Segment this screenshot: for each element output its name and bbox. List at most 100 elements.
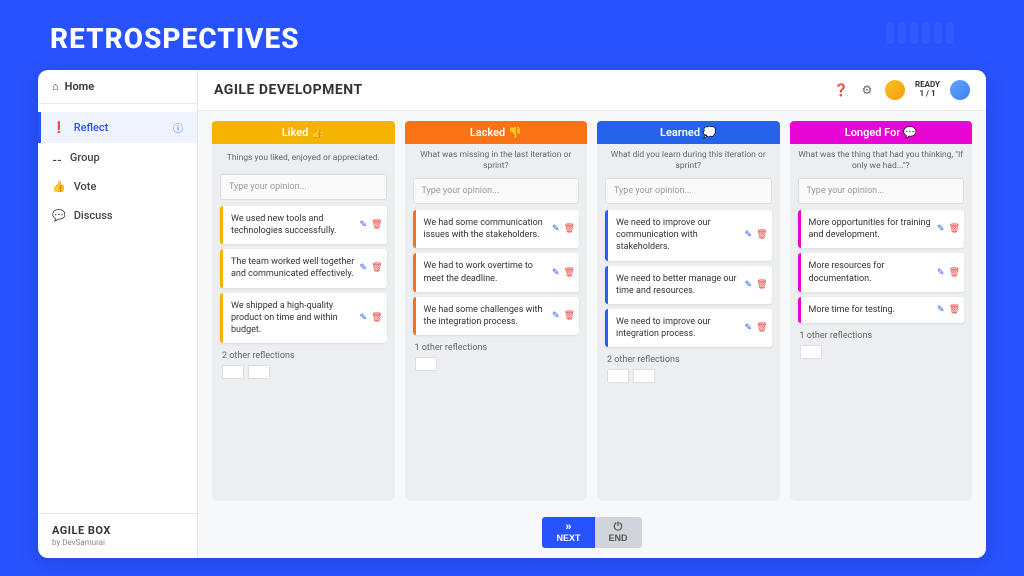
edit-icon[interactable]: ✎: [552, 266, 560, 278]
other-reflections-label: 1 other reflections: [405, 335, 588, 357]
avatar[interactable]: [885, 80, 905, 100]
footer-actions: » NEXT ⏻ END: [198, 511, 986, 558]
reflection-card[interactable]: More opportunities for training and deve…: [798, 210, 965, 248]
reflection-card[interactable]: We had some communication issues with th…: [413, 210, 580, 248]
columns-container: Liked 👍 Things you liked, enjoyed or app…: [198, 111, 986, 511]
opinion-input[interactable]: Type your opinion...: [220, 174, 387, 200]
delete-icon[interactable]: 🗑: [564, 310, 575, 322]
reflect-icon: ❗: [52, 121, 66, 134]
end-button[interactable]: ⏻ END: [595, 517, 642, 548]
brand-name: AGILE BOX: [52, 524, 111, 537]
card-actions: ✎ 🗑: [360, 262, 383, 274]
sidebar-nav: ❗ Reflect ⓘ ⚋ Group 👍 Vote 💬 Discuss: [38, 104, 197, 513]
home-label: Home: [65, 80, 95, 93]
hidden-reflection[interactable]: [415, 357, 437, 371]
page-title: RETROSPECTIVES: [50, 22, 300, 55]
card-actions: ✎ 🗑: [360, 312, 383, 324]
column-description: Things you liked, enjoyed or appreciated…: [212, 144, 395, 174]
delete-icon[interactable]: 🗑: [371, 219, 382, 231]
opinion-input[interactable]: Type your opinion...: [413, 178, 580, 204]
reflection-card[interactable]: The team worked well together and commun…: [220, 249, 387, 287]
column-orange: Lacked 👎 What was missing in the last it…: [405, 121, 588, 501]
edit-icon[interactable]: ✎: [552, 310, 560, 322]
edit-icon[interactable]: ✎: [360, 312, 368, 324]
delete-icon[interactable]: 🗑: [756, 279, 767, 291]
topbar: AGILE DEVELOPMENT ❓ ⚙ READY 1 / 1: [198, 70, 986, 111]
cards-list: We need to improve our communication wit…: [597, 210, 780, 347]
column-description: What was missing in the last iteration o…: [405, 144, 588, 178]
sidebar-item-label: Reflect: [74, 121, 109, 134]
help-icon[interactable]: ❓: [833, 82, 849, 98]
reflection-card[interactable]: We had to work overtime to meet the dead…: [413, 253, 580, 291]
reflection-card[interactable]: We need to better manage our time and re…: [605, 266, 772, 304]
opinion-input[interactable]: Type your opinion...: [605, 178, 772, 204]
card-actions: ✎ 🗑: [552, 223, 575, 235]
delete-icon[interactable]: 🗑: [371, 262, 382, 274]
delete-icon[interactable]: 🗑: [949, 266, 960, 278]
column-blue: Learned 💭 What did you learn during this…: [597, 121, 780, 501]
delete-icon[interactable]: 🗑: [564, 223, 575, 235]
sidebar-item-group[interactable]: ⚋ Group: [38, 143, 197, 172]
ready-count: 1 / 1: [915, 90, 940, 99]
hidden-reflection[interactable]: [633, 369, 655, 383]
delete-icon[interactable]: 🗑: [756, 322, 767, 334]
edit-icon[interactable]: ✎: [937, 223, 945, 235]
home-link[interactable]: ⌂ Home: [38, 70, 197, 104]
card-actions: ✎ 🗑: [745, 322, 768, 334]
delete-icon[interactable]: 🗑: [949, 304, 960, 316]
sidebar-item-reflect[interactable]: ❗ Reflect ⓘ: [38, 112, 197, 143]
other-reflections-boxes: [212, 365, 395, 379]
edit-icon[interactable]: ✎: [360, 219, 368, 231]
next-button[interactable]: » NEXT: [542, 517, 594, 548]
column-pink: Longed For 💬 What was the thing that had…: [790, 121, 973, 501]
group-icon: ⚋: [52, 151, 62, 164]
hidden-reflection[interactable]: [607, 369, 629, 383]
column-header: Longed For 💬: [790, 121, 973, 144]
home-icon: ⌂: [52, 80, 59, 93]
reflection-card[interactable]: We used new tools and technologies succe…: [220, 206, 387, 244]
edit-icon[interactable]: ✎: [937, 304, 945, 316]
reflection-card[interactable]: We need to improve our integration proce…: [605, 309, 772, 347]
brand-byline: by DevSamurai: [52, 538, 105, 547]
other-reflections-boxes: [790, 345, 973, 359]
column-header: Lacked 👎: [405, 121, 588, 144]
hidden-reflection[interactable]: [222, 365, 244, 379]
sidebar-item-discuss[interactable]: 💬 Discuss: [38, 201, 197, 230]
delete-icon[interactable]: 🗑: [564, 266, 575, 278]
edit-icon[interactable]: ✎: [937, 266, 945, 278]
edit-icon[interactable]: ✎: [552, 223, 560, 235]
delete-icon[interactable]: 🗑: [371, 312, 382, 324]
delete-icon[interactable]: 🗑: [756, 229, 767, 241]
reflection-card[interactable]: We shipped a high-quality product on tim…: [220, 293, 387, 343]
card-actions: ✎ 🗑: [552, 310, 575, 322]
reflection-card[interactable]: More resources for documentation. ✎ 🗑: [798, 253, 965, 291]
opinion-input[interactable]: Type your opinion...: [798, 178, 965, 204]
reflection-card[interactable]: We need to improve our communication wit…: [605, 210, 772, 260]
sidebar-item-vote[interactable]: 👍 Vote: [38, 172, 197, 201]
reflection-card[interactable]: We had some challenges with the integrat…: [413, 297, 580, 335]
card-actions: ✎ 🗑: [937, 266, 960, 278]
help-icon[interactable]: ⓘ: [173, 120, 183, 135]
edit-icon[interactable]: ✎: [745, 229, 753, 241]
edit-icon[interactable]: ✎: [745, 322, 753, 334]
sidebar-item-label: Discuss: [74, 209, 113, 222]
column-description: What did you learn during this iteration…: [597, 144, 780, 178]
delete-icon[interactable]: 🗑: [949, 223, 960, 235]
hidden-reflection[interactable]: [800, 345, 822, 359]
next-icon: »: [565, 522, 571, 532]
sidebar: ⌂ Home ❗ Reflect ⓘ ⚋ Group 👍 Vote 💬 Disc…: [38, 70, 198, 558]
end-label: END: [609, 533, 628, 543]
avatar[interactable]: [950, 80, 970, 100]
column-header: Liked 👍: [212, 121, 395, 144]
card-actions: ✎ 🗑: [937, 223, 960, 235]
gear-icon[interactable]: ⚙: [859, 82, 875, 98]
reflection-card[interactable]: More time for testing. ✎ 🗑: [798, 297, 965, 323]
edit-icon[interactable]: ✎: [745, 279, 753, 291]
edit-icon[interactable]: ✎: [360, 262, 368, 274]
card-actions: ✎ 🗑: [745, 229, 768, 241]
cards-list: We had some communication issues with th…: [405, 210, 588, 335]
hidden-reflection[interactable]: [248, 365, 270, 379]
next-label: NEXT: [556, 533, 580, 543]
card-actions: ✎ 🗑: [552, 266, 575, 278]
main-area: AGILE DEVELOPMENT ❓ ⚙ READY 1 / 1 Liked …: [198, 70, 986, 558]
